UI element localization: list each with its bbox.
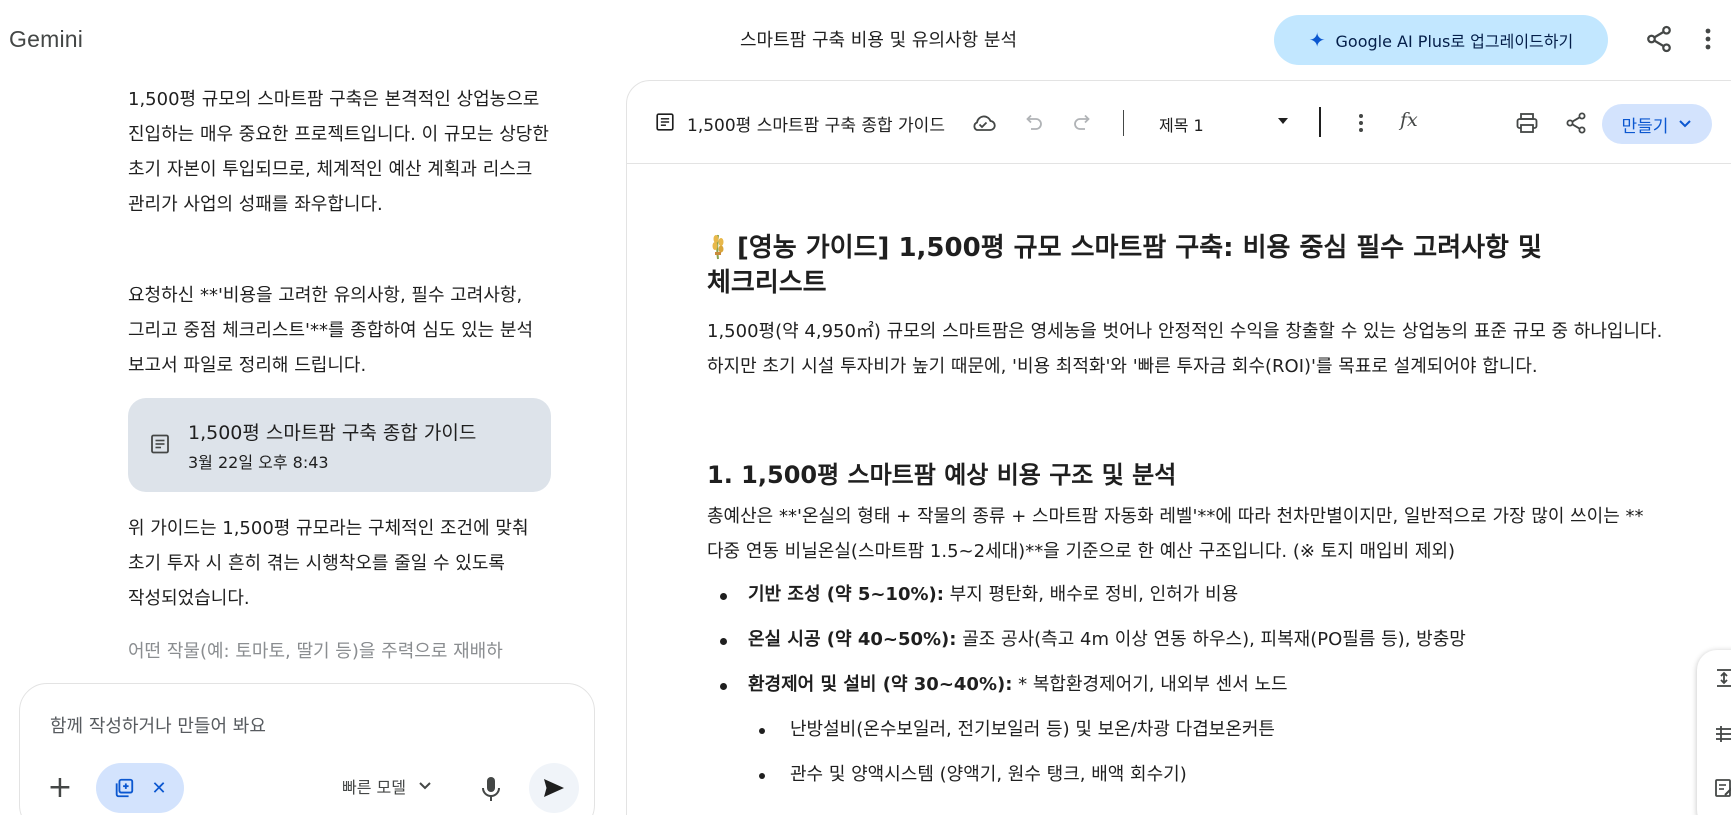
document-icon xyxy=(656,113,674,131)
print-icon[interactable] xyxy=(1514,110,1540,136)
conversation-title[interactable]: 스마트팜 구축 비용 및 유의사항 분석 xyxy=(740,26,1017,52)
upgrade-label: Google AI Plus로 업그레이드하기 xyxy=(1335,32,1574,51)
document-intro: 1,500평(약 4,950㎡) 규모의 스마트팜은 영세농을 벗어나 안정적인… xyxy=(707,321,1663,377)
list-item: 온실 시공 (약 40~50%): 골조 공사(측고 4m 이상 연동 하우스)… xyxy=(748,629,1466,650)
canvas-tool-chip[interactable]: ✕ xyxy=(96,763,184,813)
model-label: 빠른 모델 xyxy=(342,778,406,797)
document-card-date: 3월 22일 오후 8:43 xyxy=(188,453,329,472)
section-heading: 1. 1,500평 스마트팜 예상 비용 구조 및 분석 xyxy=(707,461,1177,489)
cloud-save-icon[interactable] xyxy=(970,110,996,136)
make-button[interactable]: 만들기 xyxy=(1602,104,1712,144)
send-button[interactable] xyxy=(529,763,579,813)
list-bullet xyxy=(759,728,765,734)
sheaf-of-rice-icon xyxy=(712,234,724,260)
document-icon xyxy=(151,434,169,454)
chevron-down-icon xyxy=(419,782,431,790)
edit-document-icon[interactable] xyxy=(1714,778,1731,798)
list-bullet xyxy=(759,773,765,779)
chevron-down-icon xyxy=(1679,120,1692,128)
toolbar-divider xyxy=(1123,110,1124,136)
add-button[interactable]: + xyxy=(44,773,76,805)
caret-down-icon[interactable] xyxy=(1278,118,1288,124)
model-selector[interactable]: 빠른 모델 xyxy=(342,774,432,798)
upgrade-button[interactable]: ✦ Google AI Plus로 업그레이드하기 xyxy=(1274,15,1608,65)
more-vert-icon[interactable] xyxy=(1698,24,1718,54)
document-heading-text: [영농 가이드] 1,500평 규모 스마트팜 구축: 비용 중심 필수 고려사… xyxy=(707,233,1542,298)
list-item: 기반 조성 (약 5~10%): 부지 평탄화, 배수로 정비, 인허가 비용 xyxy=(748,584,1239,605)
top-bar: Gemini 스마트팜 구축 비용 및 유의사항 분석 ✦ Google AI … xyxy=(0,0,1731,80)
document-card-title: 1,500평 스마트팜 구축 종합 가이드 xyxy=(188,422,477,444)
list-subitem: 관수 및 양액시스템 (양액기, 원수 탱크, 배액 회수기) xyxy=(790,764,1187,785)
chat-paragraph-faded: 어떤 작물(예: 토마토, 딸기 등)을 주력으로 재배하 xyxy=(128,641,503,662)
document-title[interactable]: 1,500평 스마트팜 구축 종합 가이드 xyxy=(687,111,945,136)
text-style-dropdown[interactable]: 제목 1 xyxy=(1159,112,1204,136)
list-subitem: 난방설비(온수보일러, 전기보일러 등) 및 보온/차광 다겹보온커튼 xyxy=(790,719,1275,740)
section-text: 총예산은 **'온실의 형태 + 작물의 종류 + 스마트팜 자동화 레벨'**… xyxy=(707,506,1644,562)
function-icon[interactable]: fx xyxy=(1400,109,1418,131)
sparkle-icon: ✦ xyxy=(1308,28,1326,52)
list-bullet xyxy=(720,593,727,600)
list-bullet xyxy=(720,683,727,690)
more-vert-icon[interactable] xyxy=(1348,110,1374,136)
share-icon[interactable] xyxy=(1644,24,1674,54)
align-icon[interactable] xyxy=(1714,724,1731,744)
undo-icon[interactable] xyxy=(1020,110,1046,136)
chat-paragraph: 위 가이드는 1,500평 규모라는 구체적인 조건에 맞춰 초기 투자 시 흔… xyxy=(128,518,529,609)
close-icon[interactable]: ✕ xyxy=(151,778,166,799)
document-panel xyxy=(626,80,1731,815)
app-logo[interactable]: Gemini xyxy=(9,26,83,53)
list-bullet xyxy=(720,638,727,645)
document-heading: [영농 가이드] 1,500평 규모 스마트팜 구축: 비용 중심 필수 고려사… xyxy=(707,231,1667,301)
chat-paragraph: 요청하신 **'비용을 고려한 유의사항, 필수 고려사항, 그리고 중점 체크… xyxy=(128,285,534,376)
toolbar-divider xyxy=(1319,107,1321,137)
microphone-icon[interactable] xyxy=(480,774,502,804)
share-icon[interactable] xyxy=(1563,110,1589,136)
chat-paragraph: 1,500평 규모의 스마트팜 구축은 본격적인 상업농으로 진입하는 매우 중… xyxy=(128,89,549,215)
document-card[interactable]: 1,500평 스마트팜 구축 종합 가이드 3월 22일 오후 8:43 xyxy=(128,398,551,492)
list-item: 환경제어 및 설비 (약 30~40%): * 복합환경제어기, 내외부 센서 … xyxy=(748,674,1288,695)
expand-height-icon[interactable] xyxy=(1714,668,1731,688)
prompt-input[interactable]: 함께 작성하거나 만들어 봐요 xyxy=(50,712,266,738)
redo-icon[interactable] xyxy=(1070,110,1096,136)
make-label: 만들기 xyxy=(1621,116,1669,137)
canvas-icon xyxy=(116,778,134,798)
send-icon xyxy=(544,779,564,797)
